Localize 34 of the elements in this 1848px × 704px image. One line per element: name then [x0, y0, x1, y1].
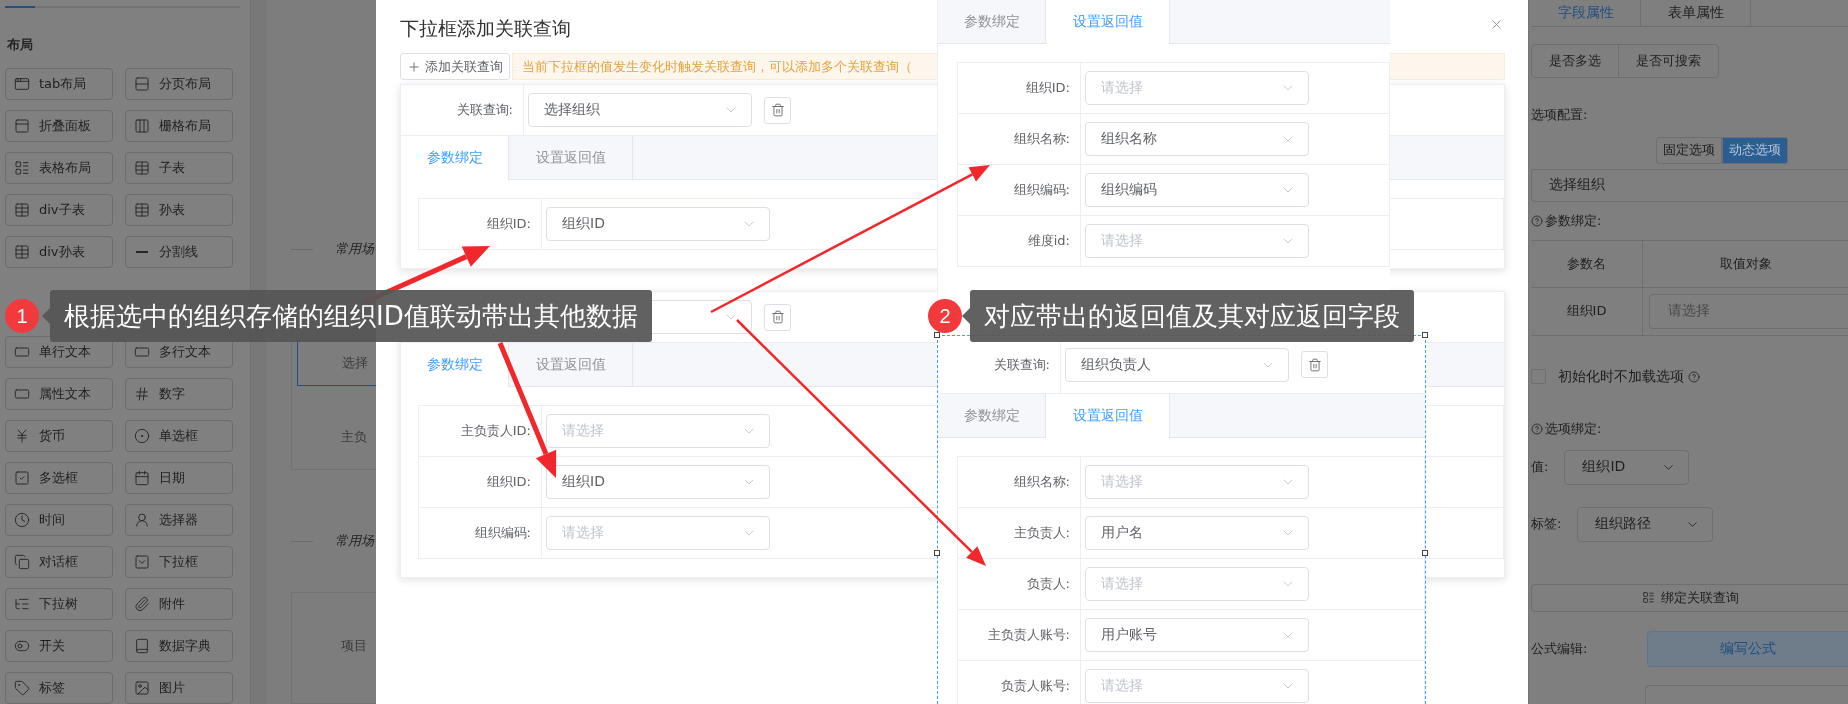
section-heading: 常用场	[335, 240, 374, 258]
field-label: 选项绑定:	[1545, 419, 1602, 438]
field-label: 公式编辑:	[1531, 640, 1589, 659]
field-label: 标签:	[1531, 515, 1562, 533]
field-label: 值:	[1531, 458, 1549, 476]
field-label: 主负责人ID:	[460, 422, 531, 440]
field-label: 组织编码:	[474, 524, 531, 542]
field-label: 组织名称:	[1013, 130, 1070, 148]
field-label: 参数绑定:	[1545, 211, 1602, 230]
column-header: 参数名	[1567, 254, 1606, 273]
notice-text: 当前下拉框的值发生变化时触发关联查询，可以添加多个关联查询（	[522, 57, 912, 76]
section-title: 布局	[7, 36, 34, 54]
field-label: 关联查询:	[456, 101, 513, 119]
field-label: 维度id:	[1027, 232, 1070, 250]
field-label: 主负责人:	[1013, 524, 1070, 542]
field-label: 负责人账号:	[1000, 677, 1070, 695]
field-label: 组织编码:	[1013, 181, 1070, 199]
checkbox-label: 初始化时不加载选项	[1558, 367, 1684, 386]
column-header: 取值对象	[1719, 254, 1772, 273]
field-label: 关联查询:	[993, 355, 1050, 374]
field-label: 负责人:	[1026, 575, 1070, 593]
table-cell: 组织ID	[1566, 302, 1607, 320]
field-label: 主负责人账号:	[987, 626, 1070, 644]
field-label: 组织ID:	[486, 473, 531, 491]
field-label: 组织ID:	[486, 215, 531, 233]
field-label: 组织名称:	[1013, 473, 1070, 491]
section-heading: 常用场	[335, 532, 374, 551]
field-label: 组织ID:	[1025, 79, 1070, 97]
field-label: 项目	[341, 637, 367, 656]
dialog-title: 下拉框添加关联查询	[400, 16, 571, 41]
field-label: 主负	[341, 428, 367, 446]
annotation-tooltip: 对应带出的返回值及其对应返回字段	[970, 290, 1414, 342]
field-label: 选项配置:	[1531, 105, 1588, 124]
annotation-tooltip: 根据选中的组织存储的组织ID值联动带出其他数据	[50, 290, 652, 342]
